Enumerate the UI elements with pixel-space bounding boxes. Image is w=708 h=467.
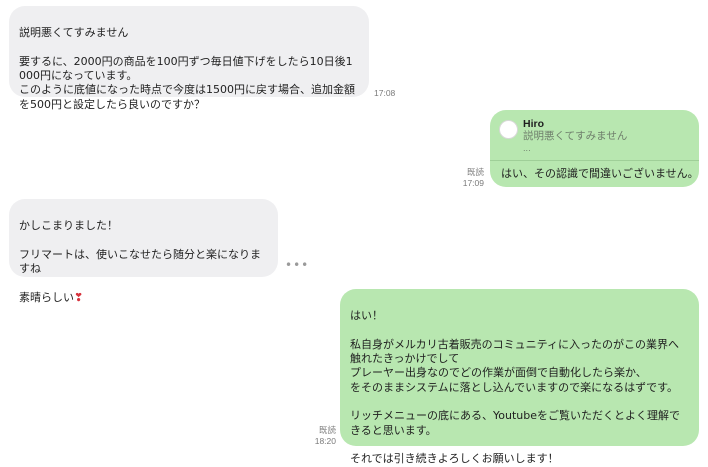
message-time: 17:09 [462, 178, 484, 188]
incoming-message-1[interactable]: 説明悪くてすみません 要するに、2000円の商品を100円ずつ毎日値下げをしたら… [9, 6, 369, 111]
quoted-ellipsis: ... [523, 144, 531, 153]
read-receipt: 既読 [318, 425, 336, 435]
incoming-message-2[interactable]: かしこまりました！ フリマートは、使いこなせたら随分と楽になりますね 素晴らしい… [9, 199, 278, 304]
message-text: 説明悪くてすみません 要するに、2000円の商品を100円ずつ毎日値下げをしたら… [19, 26, 355, 111]
outgoing-reply-message[interactable]: Hiro 説明悪くてすみません ... はい、その認識で間違いございません。 [490, 110, 699, 187]
heart-exclamation-emoji: ❣ [74, 290, 84, 304]
quoted-text: 説明悪くてすみません [523, 130, 628, 142]
outgoing-message[interactable]: はい！ 私自身がメルカリ古着販売のコミュニティに入ったのがこの業界へ触れたきっか… [340, 289, 699, 465]
quoted-message[interactable]: Hiro 説明悪くてすみません ... [490, 110, 699, 161]
pink-character-avatar-icon [499, 120, 518, 139]
message-text: はい！ 私自身がメルカリ古着販売のコミュニティに入ったのがこの業界へ触れたきっか… [350, 309, 680, 466]
message-text: かしこまりました！ フリマートは、使いこなせたら随分と楽になりますね 素晴らしい [19, 219, 261, 304]
read-receipt: 既読 [466, 167, 484, 177]
message-time: 18:20 [314, 436, 336, 446]
message-time: 17:08 [374, 88, 396, 98]
more-options-icon[interactable]: ••• [285, 258, 309, 272]
message-text: はい、その認識で間違いございません。 [501, 167, 699, 180]
